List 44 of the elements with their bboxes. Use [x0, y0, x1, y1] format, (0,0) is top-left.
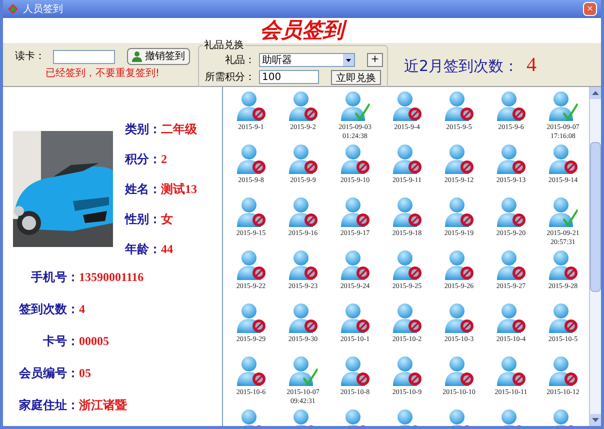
- exchange-button[interactable]: 立即兑换: [331, 70, 381, 84]
- undo-sign-in-button[interactable]: 撤销签到: [127, 48, 190, 65]
- card-label: 读卡：: [15, 50, 45, 64]
- add-button[interactable]: +: [367, 53, 383, 67]
- field-label: 类别：: [124, 121, 161, 138]
- field-value: 00005: [79, 333, 109, 350]
- scroll-up-button[interactable]: [590, 87, 601, 99]
- field-label: 手机号：: [30, 269, 79, 286]
- close-button[interactable]: ×: [583, 2, 597, 16]
- scroll-down-button[interactable]: [590, 414, 601, 426]
- field-value: 2: [161, 151, 167, 168]
- field-value: 4: [79, 301, 85, 318]
- summary-value: 4: [526, 52, 537, 78]
- dropdown-icon: [343, 54, 354, 66]
- gift-select[interactable]: 助听器: [259, 53, 355, 67]
- group-legend: 礼品兑换: [203, 38, 245, 52]
- gift-label: 礼品：: [224, 54, 255, 68]
- field-label: 姓名：: [124, 181, 161, 198]
- up-arrow-icon: [592, 91, 599, 95]
- user-icon: [132, 51, 143, 62]
- points-input[interactable]: 100: [259, 70, 319, 84]
- card-input[interactable]: [53, 50, 115, 64]
- field-value: 浙江诸暨: [79, 397, 127, 414]
- field-value: 二年级: [161, 121, 197, 138]
- summary-label: 近2月签到次数：: [404, 56, 519, 76]
- field-label: 签到次数：: [18, 301, 79, 318]
- window-title: 人员签到: [23, 2, 63, 16]
- down-arrow-icon: [592, 418, 599, 422]
- field-label: 会员编号：: [18, 365, 79, 382]
- field-value: 05: [79, 365, 91, 382]
- points-label: 所需积分：: [204, 70, 255, 84]
- field-value: 女: [161, 211, 173, 228]
- app-icon: [7, 3, 19, 15]
- field-label: 卡号：: [42, 333, 79, 350]
- field-label: 家庭住址：: [18, 397, 79, 414]
- field-label: 积分：: [124, 151, 161, 168]
- field-value: 13590001116: [79, 269, 144, 286]
- field-label: 年龄：: [124, 241, 161, 258]
- field-label: 性别：: [124, 211, 161, 228]
- scroll-thumb[interactable]: [590, 142, 601, 292]
- scrollbar[interactable]: [589, 87, 601, 426]
- field-value: 测试13: [161, 181, 197, 198]
- warning-message: 已经签到，不要重复签到!: [45, 66, 160, 81]
- field-value: 44: [161, 241, 173, 258]
